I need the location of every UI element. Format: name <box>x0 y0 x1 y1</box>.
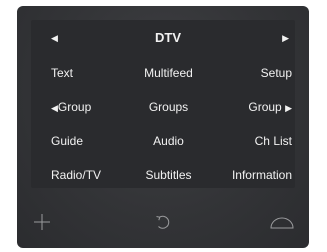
group-next-button[interactable]: Group ▶ <box>248 92 292 123</box>
setup-button[interactable]: Setup <box>261 58 292 88</box>
remote-screen: ◀ DTV ▶ Text Multifeed Setup ◀Group Grou… <box>31 20 295 188</box>
title-row: ◀ DTV ▶ <box>31 24 295 52</box>
group-next-label: Group <box>248 100 282 114</box>
plus-icon[interactable] <box>32 212 52 232</box>
audio-button[interactable]: Audio <box>116 126 221 156</box>
bottom-control-bar <box>17 212 309 242</box>
menu-row-3: Guide Audio Ch List <box>31 126 295 156</box>
group-prev-arrow-icon: ◀ <box>51 103 58 113</box>
ch-list-button[interactable]: Ch List <box>255 126 292 156</box>
multifeed-button[interactable]: Multifeed <box>116 58 221 88</box>
prev-page-arrow[interactable]: ◀ <box>51 24 58 52</box>
group-prev-label: Group <box>57 100 92 114</box>
information-button[interactable]: Information <box>232 160 292 190</box>
menu-title: DTV <box>155 30 181 45</box>
menu-row-2: ◀Group Groups Group ▶ <box>31 92 295 122</box>
subtitles-button[interactable]: Subtitles <box>116 160 221 190</box>
text-button[interactable]: Text <box>51 58 73 88</box>
menu-row-4: Radio/TV Subtitles Information <box>31 160 295 190</box>
menu-row-1: Text Multifeed Setup <box>31 58 295 88</box>
guide-button[interactable]: Guide <box>51 126 83 156</box>
back-arrow-icon[interactable] <box>153 212 173 232</box>
home-arc-icon[interactable] <box>269 212 295 232</box>
group-prev-button[interactable]: ◀Group <box>51 92 91 123</box>
group-next-arrow-icon: ▶ <box>285 103 292 113</box>
next-page-arrow[interactable]: ▶ <box>282 24 289 52</box>
groups-button[interactable]: Groups <box>116 92 221 122</box>
radio-tv-button[interactable]: Radio/TV <box>51 160 101 190</box>
